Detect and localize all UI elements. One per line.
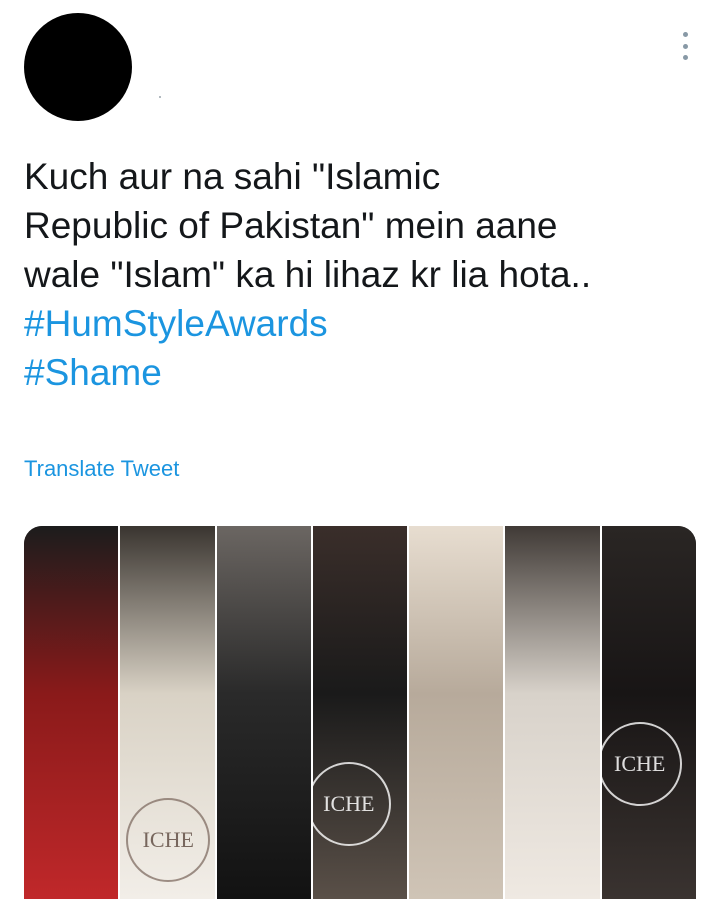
photo-panel	[505, 526, 602, 899]
photo-panel: ICHE	[601, 526, 696, 899]
hashtag-link[interactable]: #HumStyleAwards	[24, 299, 704, 348]
more-dot	[682, 43, 688, 49]
avatar[interactable]	[24, 13, 132, 121]
more-dot	[682, 32, 688, 37]
watermark-badge: ICHE	[312, 762, 391, 846]
username-dot	[159, 96, 161, 98]
photo-panel	[216, 526, 313, 899]
photo-panel: ICHE	[312, 526, 410, 899]
tweet-media-image[interactable]: ICHE ICHE ICHE	[24, 526, 696, 899]
translate-tweet-link[interactable]: Translate Tweet	[24, 456, 179, 482]
tweet-line: Kuch aur na sahi "Islamic	[24, 156, 441, 197]
photo-panel: ICHE	[120, 526, 217, 899]
tweet-line: Republic of Pakistan" mein aane	[24, 205, 558, 246]
tweet-line: wale "Islam" ka hi lihaz kr lia hota..	[24, 254, 592, 295]
more-options-icon[interactable]	[679, 32, 691, 60]
photo-panel	[409, 526, 506, 899]
tweet-text: Kuch aur na sahi "Islamic Republic of Pa…	[24, 152, 704, 397]
more-dot	[682, 55, 688, 60]
hashtag-link[interactable]: #Shame	[24, 348, 704, 397]
watermark-badge: ICHE	[126, 798, 211, 882]
watermark-badge: ICHE	[601, 722, 682, 806]
photo-panel	[24, 526, 121, 899]
